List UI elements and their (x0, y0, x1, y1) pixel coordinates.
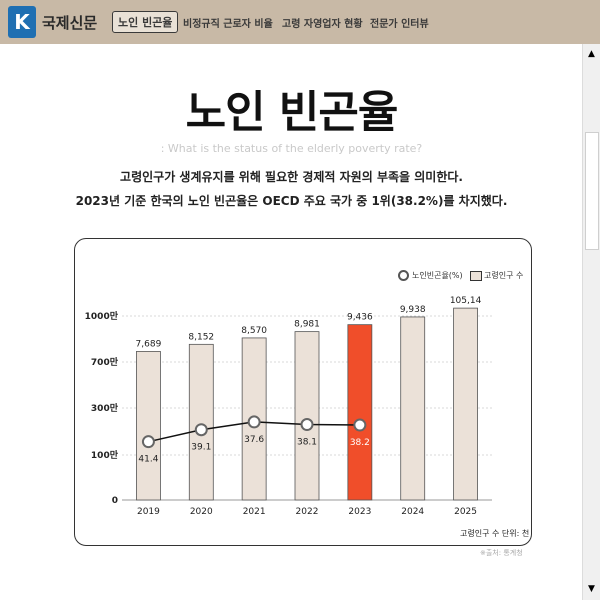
bar-value-label: 8,981 (294, 320, 320, 330)
legend-label-poverty-rate: 노인빈곤율(%) (412, 271, 463, 280)
poverty-rate-point (247, 415, 261, 429)
poverty-rate-label: 37.6 (244, 435, 264, 445)
unit-note: 고령인구 수 단위: 천 (460, 529, 530, 538)
poverty-rate-label: 38.2 (350, 438, 370, 448)
x-tick-label: 2023 (348, 507, 371, 517)
bar (453, 307, 478, 501)
legend-bar-swatch-icon (470, 271, 482, 281)
poverty-rate-point (141, 435, 155, 449)
scroll-down-arrow-icon[interactable]: ▼ (583, 581, 600, 598)
poverty-rate-point (194, 423, 208, 437)
y-tick-label: 1000만 (85, 310, 119, 322)
scroll-up-arrow-icon[interactable]: ▲ (583, 46, 600, 63)
source-note: ※출처: 통계청 (480, 549, 523, 557)
bar (294, 331, 320, 501)
bar-value-label: 8,570 (241, 326, 267, 336)
legend-label-elderly-population: 고령인구 수 (484, 271, 524, 280)
poverty-rate-point (300, 418, 314, 432)
bar (347, 324, 373, 501)
poverty-rate-label: 41.4 (138, 455, 158, 465)
bar-value-label: 9,938 (400, 305, 426, 315)
x-tick-label: 2021 (243, 507, 266, 517)
x-tick-label: 2024 (401, 507, 424, 517)
bar (136, 351, 161, 501)
poverty-rate-point (353, 418, 367, 432)
x-tick-label: 2019 (137, 507, 160, 517)
x-tick-label: 2025 (454, 507, 477, 517)
bar-value-label: 7,689 (136, 339, 162, 349)
poverty-rate-label: 39.1 (191, 443, 211, 453)
chart: 0 100만 300만 700만 1000만 7,689 2019 8,152 2020 8,57… (85, 296, 492, 517)
x-tick-label: 2020 (190, 507, 213, 517)
bar-value-label: 8,152 (188, 332, 214, 342)
vertical-scrollbar[interactable]: ▲ ▼ (582, 44, 600, 600)
bar-value-label: 105,14 (450, 296, 482, 306)
y-tick-label: 300만 (91, 402, 119, 414)
scroll-thumb[interactable] (585, 132, 599, 250)
bar (188, 343, 214, 501)
y-tick-label: 700만 (91, 356, 119, 368)
poverty-rate-label: 38.1 (297, 438, 317, 448)
y-tick-label: 100만 (91, 449, 119, 461)
y-tick-label: 0 (112, 496, 118, 506)
x-tick-label: 2022 (296, 507, 319, 517)
bar-value-label: 9,436 (347, 313, 373, 323)
legend-line-marker-icon (398, 270, 409, 281)
bar (400, 316, 426, 501)
